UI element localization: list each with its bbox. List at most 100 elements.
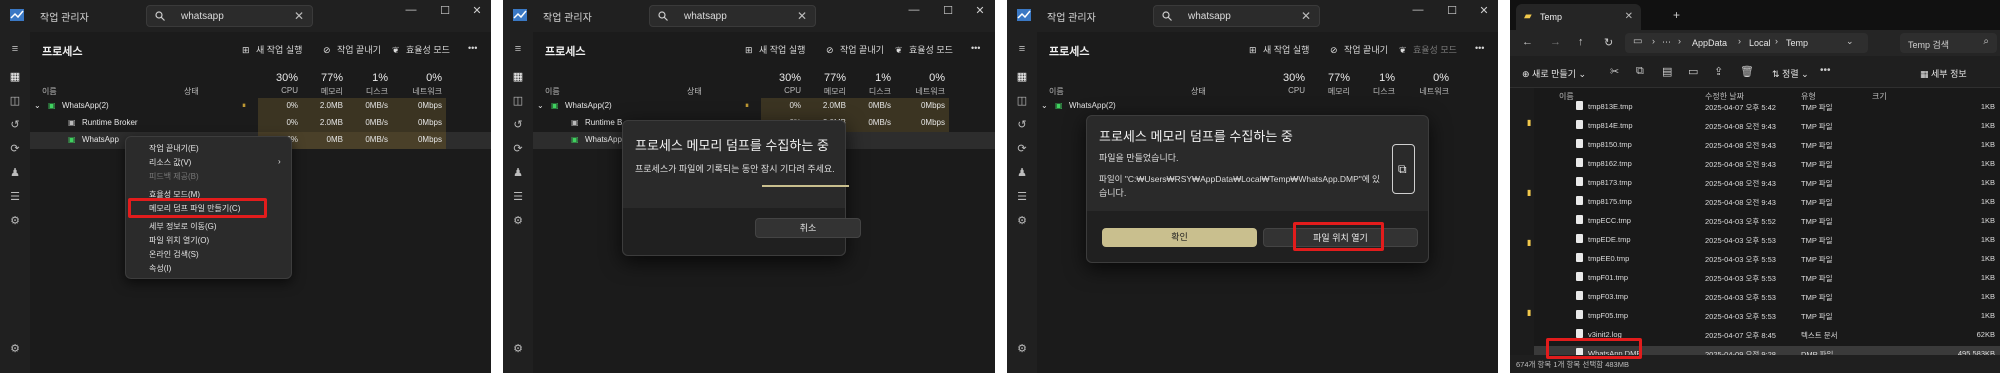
file-row[interactable]: tmp814E.tmp 2025-04-08 오전 9:43 TMP 파일 1KB [1534,118,2000,132]
startup-icon[interactable]: ⟳ [511,142,525,156]
clear-search-icon[interactable]: ✕ [294,9,304,23]
up-icon[interactable]: ↑ [1578,36,1584,48]
search-input[interactable]: whatsapp [1188,11,1231,22]
processes-icon[interactable]: ▦ [8,70,22,84]
search-box[interactable]: whatsapp ✕ [649,5,816,27]
table-row[interactable]: ⌄ ▣ WhatsApp(2) [1037,98,1498,115]
processes-icon[interactable]: ▦ [511,70,525,84]
table-row[interactable]: ⌄ ▣ WhatsApp(2) ⏸ 0% 2.0MB 0MB/s 0Mbps [30,98,491,115]
users-icon[interactable]: ♟ [8,166,22,180]
paste-icon[interactable]: ▤ [1662,65,1672,78]
col-cpu[interactable]: CPU [268,86,298,95]
col-network[interactable]: 네트워크 [907,86,945,97]
search-box[interactable]: whatsapp ✕ [146,5,313,27]
menu-item-end-task[interactable]: 작업 끝내기(E) [149,143,199,154]
end-task-button[interactable]: ⊘ 작업 끝내기 [1330,43,1388,56]
search-box[interactable]: whatsapp ✕ [1153,5,1320,27]
maximize-icon[interactable]: ☐ [939,4,957,17]
services-icon[interactable]: ⚙ [8,214,22,228]
minimize-icon[interactable]: — [905,4,923,16]
col-cpu[interactable]: CPU [1275,86,1305,95]
col-cpu[interactable]: CPU [771,86,801,95]
rename-icon[interactable]: ▭ [1688,65,1698,78]
maximize-icon[interactable]: ☐ [1443,4,1461,17]
efficiency-mode-button[interactable]: ❦ 효율성 모드 [392,43,450,56]
col-name[interactable]: 이름 [1049,86,1064,97]
file-row[interactable]: tmp8162.tmp 2025-04-08 오전 9:43 TMP 파일 1KB [1534,156,2000,170]
run-new-task-button[interactable]: ⊞ 새 작업 실행 [242,43,302,56]
file-row[interactable]: tmpF01.tmp 2025-04-03 오후 5:53 TMP 파일 1KB [1534,270,2000,284]
col-name[interactable]: 이름 [42,86,57,97]
services-icon[interactable]: ⚙ [1015,214,1029,228]
details-icon[interactable]: ☰ [1015,190,1029,204]
col-disk[interactable]: 디스크 [356,86,388,97]
performance-icon[interactable]: ◫ [511,94,525,108]
expand-chevron-icon[interactable]: ⌄ [1041,101,1048,110]
refresh-icon[interactable]: ↻ [1604,36,1613,49]
close-icon[interactable]: ✕ [1475,4,1493,17]
menu-icon[interactable]: ≡ [8,42,22,56]
settings-icon[interactable]: ⚙ [511,342,525,356]
copy-button[interactable]: ⧉ [1392,144,1415,194]
menu-item-resource-values[interactable]: 리소스 값(V) [149,157,191,168]
close-icon[interactable]: ✕ [971,4,989,17]
file-row[interactable]: tmpEE0.tmp 2025-04-03 오후 5:53 TMP 파일 1KB [1534,251,2000,265]
search-input[interactable]: Temp 검색 [1908,38,1949,51]
menu-icon[interactable]: ≡ [1015,42,1029,56]
more-options-icon[interactable]: ••• [1820,65,1831,76]
file-row[interactable]: tmpF05.tmp 2025-04-03 오후 5:53 TMP 파일 1KB [1534,308,2000,322]
col-network[interactable]: 네트워크 [404,86,442,97]
startup-icon[interactable]: ⟳ [8,142,22,156]
col-memory[interactable]: 메모리 [1314,86,1350,97]
more-button[interactable]: ••• [1475,43,1484,53]
chevron-down-icon[interactable]: ⌄ [1846,36,1854,47]
new-tab-icon[interactable]: + [1673,8,1680,22]
performance-icon[interactable]: ◫ [8,94,22,108]
breadcrumb-local[interactable]: Local [1749,38,1771,48]
search-input[interactable]: whatsapp [181,11,224,22]
menu-item-feedback[interactable]: 피드백 제공(B) [149,171,199,182]
file-row[interactable]: tmpF03.tmp 2025-04-03 오후 5:53 TMP 파일 1KB [1534,289,2000,303]
performance-icon[interactable]: ◫ [1015,94,1029,108]
processes-icon[interactable]: ▦ [1015,70,1029,84]
app-history-icon[interactable]: ↺ [511,118,525,132]
menu-item-open-file-location[interactable]: 파일 위치 열기(O) [149,235,209,246]
table-row[interactable]: ▣ Runtime Broker 0% 2.0MB 0MB/s 0Mbps [30,115,491,132]
close-tab-icon[interactable]: ✕ [1625,11,1633,22]
run-new-task-button[interactable]: ⊞ 새 작업 실행 [745,43,805,56]
col-status[interactable]: 상태 [184,86,199,97]
col-name[interactable]: 이름 [545,86,560,97]
file-row[interactable]: tmp8173.tmp 2025-04-08 오전 9:43 TMP 파일 1KB [1534,175,2000,189]
file-row[interactable]: tmpECC.tmp 2025-04-03 오후 5:52 TMP 파일 1KB [1534,213,2000,227]
more-button[interactable]: ••• [971,43,980,53]
ok-button[interactable]: 확인 [1102,228,1257,247]
maximize-icon[interactable]: ☐ [436,4,454,17]
col-memory[interactable]: 메모리 [810,86,846,97]
file-row[interactable]: tmp813E.tmp 2025-04-07 오후 5:42 TMP 파일 1KB [1534,99,2000,113]
services-icon[interactable]: ⚙ [511,214,525,228]
more-button[interactable]: ••• [468,43,477,53]
menu-icon[interactable]: ≡ [511,42,525,56]
menu-item-go-to-details[interactable]: 세부 정보로 이동(G) [149,221,217,232]
sort-button[interactable]: ⇅ 정렬 ⌄ [1772,67,1809,80]
efficiency-mode-button[interactable]: ❦ 효율성 모드 [895,43,953,56]
minimize-icon[interactable]: — [402,4,420,16]
col-memory[interactable]: 메모리 [307,86,343,97]
search-input[interactable]: whatsapp [684,11,727,22]
breadcrumb-overflow[interactable]: ⋯ [1662,37,1671,48]
share-icon[interactable]: ⇪ [1714,65,1723,78]
run-new-task-button[interactable]: ⊞ 새 작업 실행 [1249,43,1309,56]
forward-icon[interactable]: → [1550,36,1561,48]
users-icon[interactable]: ♟ [511,166,525,180]
details-icon[interactable]: ☰ [511,190,525,204]
app-history-icon[interactable]: ↺ [8,118,22,132]
users-icon[interactable]: ♟ [1015,166,1029,180]
table-row[interactable]: ⌄ ▣ WhatsApp(2) ⏸ 0% 2.0MB 0MB/s 0Mbps [533,98,995,115]
search-box[interactable]: Temp 검색 ⌕ [1900,33,1997,53]
details-button[interactable]: ▦ 세부 정보 [1920,67,1967,80]
settings-icon[interactable]: ⚙ [8,342,22,356]
new-button[interactable]: ⊕ 새로 만들기 ⌄ [1522,67,1586,80]
menu-item-search-online[interactable]: 온라인 검색(S) [149,249,199,260]
col-network[interactable]: 네트워크 [1411,86,1449,97]
startup-icon[interactable]: ⟳ [1015,142,1029,156]
